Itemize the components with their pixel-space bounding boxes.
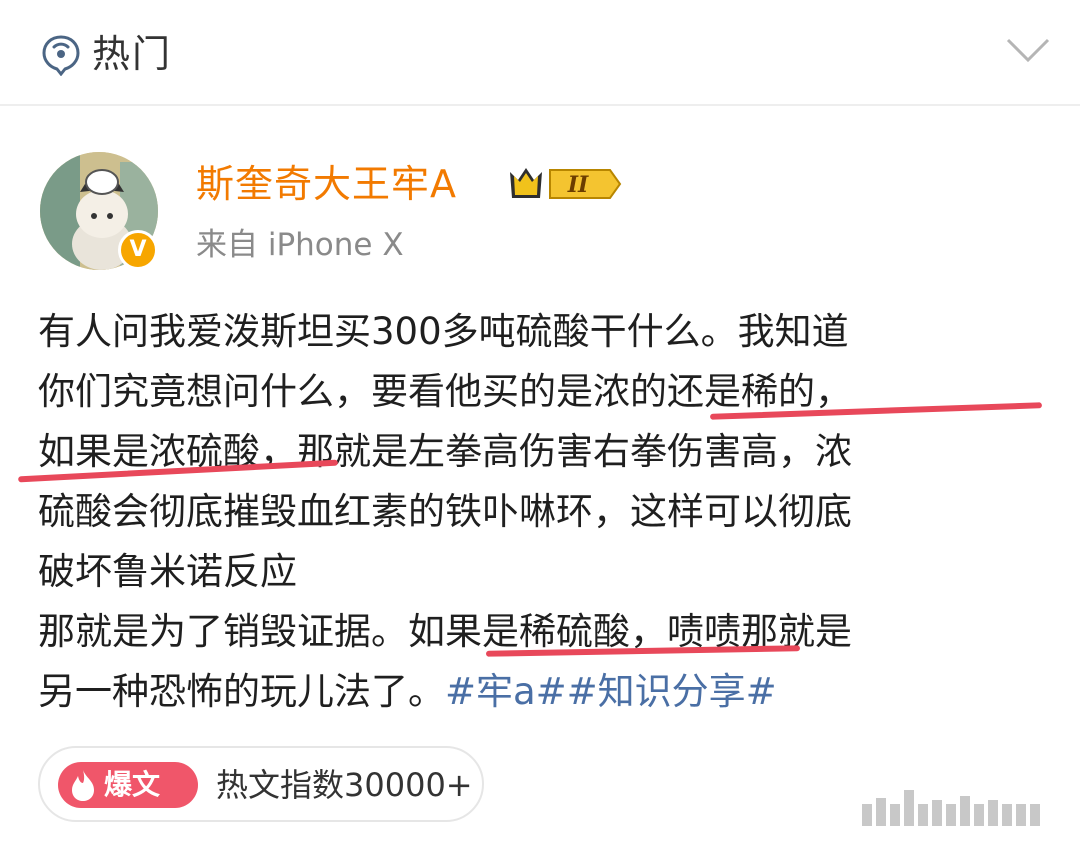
hot-badge: 爆文 [58,762,198,808]
post-body: 有人问我爱泼斯坦买300多吨硫酸干什么。我知道 你们究竟想问什么，要看他买的是浓… [18,302,1043,722]
section-title: 热门 [92,32,173,76]
crown-icon: II [510,168,622,199]
chevron-down-icon[interactable] [1004,36,1052,66]
verified-badge: V [118,230,158,270]
post-line: 有人问我爱泼斯坦买300多吨硫酸干什么。我知道 [38,310,849,353]
post-source: 来自 iPhone X [196,227,404,263]
post-line: 破坏鲁米诺反应 [38,550,297,593]
post-text: 另一种恐怖的玩儿法了。 [38,670,445,713]
hot-index-pill[interactable]: 爆文 热文指数30000+ [38,746,484,822]
top-bar: 热门 [0,0,1080,106]
hot-topic-icon [42,35,80,76]
post-line: 硫酸会彻底摧毁血红素的铁卟啉环，这样可以彻底 [38,490,852,533]
level-badge-text: II [567,172,589,198]
post-line-last: 另一种恐怖的玩儿法了。#牢a##知识分享# [38,662,1042,722]
hashtag-link[interactable]: #牢a##知识分享# [445,670,777,713]
hot-index-text: 热文指数30000+ [216,766,473,804]
watermark-image [862,790,1040,826]
flame-icon [72,770,94,801]
author-name[interactable]: 斯奎奇大王牢A [196,158,457,210]
hot-badge-label: 爆文 [104,768,161,801]
watermark [862,790,1052,839]
